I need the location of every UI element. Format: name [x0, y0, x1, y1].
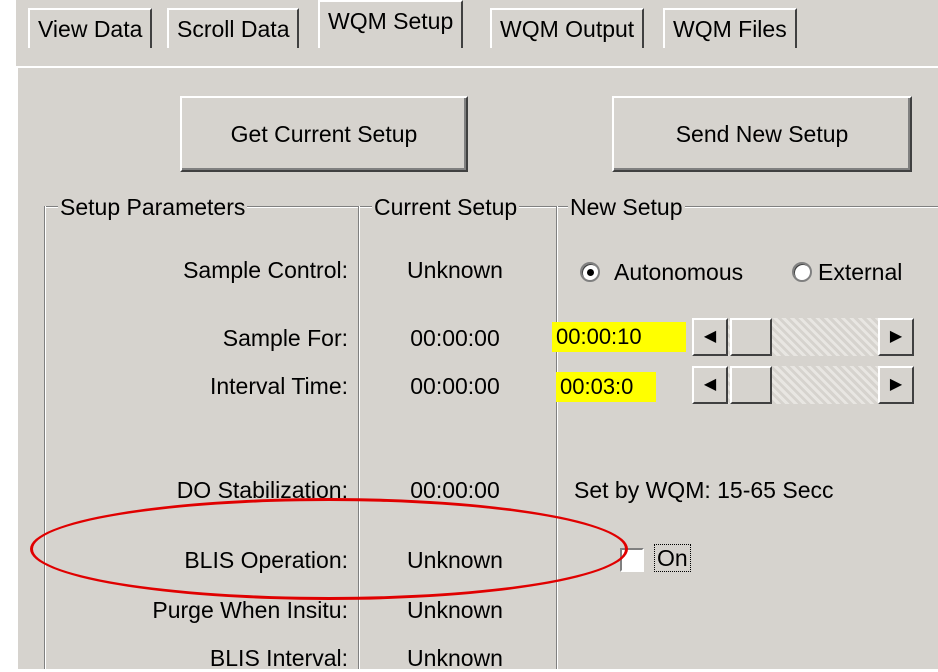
scroll-right-icon[interactable]: ▶ [878, 366, 914, 404]
sample-for-input[interactable]: 00:00:10 [552, 322, 686, 352]
scroll-right-icon[interactable]: ▶ [878, 318, 914, 356]
interval-time-slider[interactable]: ◀ ▶ [692, 366, 914, 404]
blis-on-label[interactable]: On [654, 544, 691, 572]
group-new-setup-legend: New Setup [568, 194, 685, 220]
tab-scroll-data[interactable]: Scroll Data [167, 8, 300, 48]
interval-time-slider-thumb[interactable] [730, 366, 772, 404]
sample-for-slider[interactable]: ◀ ▶ [692, 318, 914, 356]
tab-view-data[interactable]: View Data [28, 8, 153, 48]
tab-wqm-files[interactable]: WQM Files [663, 8, 797, 48]
purge-when-insitu-current: Unknown [407, 597, 503, 623]
radio-external[interactable] [792, 262, 812, 282]
panel-border [16, 66, 938, 68]
panel-border-left [16, 66, 18, 669]
scroll-left-icon[interactable]: ◀ [692, 366, 728, 404]
sample-control-current: Unknown [407, 257, 503, 283]
interval-time-current: 00:00:00 [410, 373, 500, 399]
blis-interval-current: Unknown [407, 645, 503, 671]
sample-control-label: Sample Control: [183, 257, 348, 283]
sample-for-current: 00:00:00 [410, 325, 500, 351]
radio-selected-dot [587, 269, 594, 276]
group-setup-parameters-legend: Setup Parameters [58, 194, 248, 220]
tab-wqm-output[interactable]: WQM Output [490, 8, 645, 48]
radio-external-label[interactable]: External [818, 258, 902, 286]
purge-when-insitu-label: Purge When Insitu: [152, 597, 348, 623]
group-current-setup-legend: Current Setup [372, 194, 520, 220]
tab-wqm-setup[interactable]: WQM Setup [318, 0, 464, 48]
sample-for-slider-thumb[interactable] [730, 318, 772, 356]
get-current-setup-button[interactable]: Get Current Setup [180, 96, 468, 172]
interval-time-label: Interval Time: [209, 373, 348, 399]
sample-for-label: Sample For: [222, 325, 348, 351]
interval-time-input[interactable]: 00:03:0 [556, 372, 656, 402]
do-stabilization-note: Set by WQM: 15-65 Secc [574, 477, 834, 503]
blis-interval-label: BLIS Interval: [209, 645, 348, 671]
radio-autonomous[interactable] [580, 262, 600, 282]
send-new-setup-button[interactable]: Send New Setup [612, 96, 912, 172]
radio-autonomous-label[interactable]: Autonomous [614, 258, 743, 286]
annotation-ellipse [30, 498, 628, 600]
scroll-left-icon[interactable]: ◀ [692, 318, 728, 356]
